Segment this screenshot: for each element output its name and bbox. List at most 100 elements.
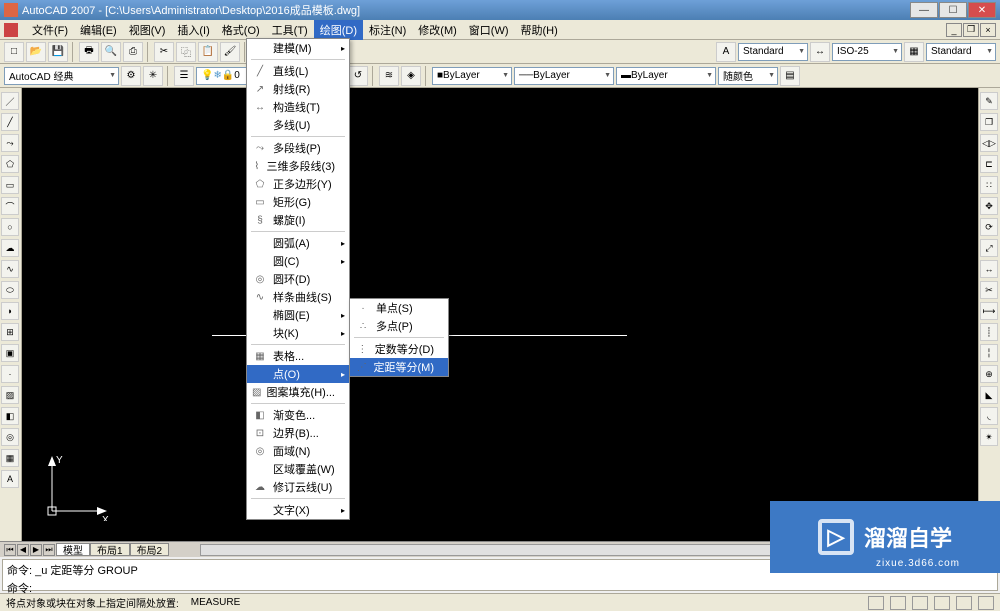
- mdi-restore[interactable]: ❐: [963, 23, 979, 37]
- color-dropdown[interactable]: ■ ByLayer: [432, 67, 512, 85]
- draw-text[interactable]: 文字(X)▸: [247, 501, 349, 519]
- break-icon[interactable]: ╎: [980, 344, 998, 362]
- explode-icon[interactable]: ✴: [980, 428, 998, 446]
- break-pt-icon[interactable]: ┊: [980, 323, 998, 341]
- sheet-icon[interactable]: ▤: [780, 66, 800, 86]
- insert-block-icon[interactable]: ⊞: [1, 323, 19, 341]
- menu-tools[interactable]: 工具(T): [266, 20, 314, 40]
- draw-ellipse[interactable]: 椭圆(E)▸: [247, 306, 349, 324]
- clean-screen-icon[interactable]: [978, 596, 994, 610]
- point-multi[interactable]: ∴多点(P): [350, 317, 448, 335]
- dim-style-icon[interactable]: ↔: [810, 42, 830, 62]
- hatch-icon[interactable]: ▨: [1, 386, 19, 404]
- workspace-dropdown[interactable]: AutoCAD 经典: [4, 67, 119, 85]
- menu-modify[interactable]: 修改(M): [412, 20, 463, 40]
- arc-icon[interactable]: ⌒: [1, 197, 19, 215]
- text-style-dropdown[interactable]: Standard: [738, 43, 808, 61]
- rotate-icon[interactable]: ⟳: [980, 218, 998, 236]
- draw-table[interactable]: ▦表格...: [247, 347, 349, 365]
- comm-icon[interactable]: [868, 596, 884, 610]
- cut-icon[interactable]: ✂: [154, 42, 174, 62]
- draw-region[interactable]: ◎面域(N): [247, 442, 349, 460]
- menu-view[interactable]: 视图(V): [123, 20, 172, 40]
- draw-arc[interactable]: 圆弧(A)▸: [247, 234, 349, 252]
- tab-first[interactable]: ⏮: [4, 544, 16, 556]
- draw-xline[interactable]: ↔构造线(T): [247, 98, 349, 116]
- rect-icon[interactable]: ▭: [1, 176, 19, 194]
- draw-mline[interactable]: 多线(U): [247, 116, 349, 134]
- ellipse-arc-icon[interactable]: ◗: [1, 302, 19, 320]
- tab-last[interactable]: ⏭: [43, 544, 55, 556]
- trim-icon[interactable]: ✂: [980, 281, 998, 299]
- match-icon[interactable]: 🖌: [220, 42, 240, 62]
- lineweight-dropdown[interactable]: ▬ ByLayer: [616, 67, 716, 85]
- preview-icon[interactable]: 🔍: [101, 42, 121, 62]
- status-tray-2[interactable]: [912, 596, 928, 610]
- paste-icon[interactable]: 📋: [198, 42, 218, 62]
- draw-line[interactable]: ╱直线(L): [247, 62, 349, 80]
- fillet-icon[interactable]: ◟: [980, 407, 998, 425]
- draw-gradient[interactable]: ◧渐变色...: [247, 406, 349, 424]
- draw-ray[interactable]: ↗射线(R): [247, 80, 349, 98]
- menu-edit[interactable]: 编辑(E): [74, 20, 123, 40]
- tab-layout1[interactable]: 布局1: [90, 543, 130, 556]
- mdi-icon[interactable]: [4, 23, 18, 37]
- menu-window[interactable]: 窗口(W): [463, 20, 515, 40]
- save-icon[interactable]: 💾: [48, 42, 68, 62]
- menu-format[interactable]: 格式(O): [216, 20, 266, 40]
- scale-icon[interactable]: ⤢: [980, 239, 998, 257]
- circle-icon[interactable]: ○: [1, 218, 19, 236]
- make-block-icon[interactable]: ▣: [1, 344, 19, 362]
- xline-icon[interactable]: ╱: [1, 113, 19, 131]
- new-icon[interactable]: □: [4, 42, 24, 62]
- layer-iso-icon[interactable]: ◈: [401, 66, 421, 86]
- tab-layout2[interactable]: 布局2: [130, 543, 170, 556]
- menu-draw[interactable]: 绘图(D): [314, 20, 363, 40]
- open-icon[interactable]: 📂: [26, 42, 46, 62]
- draw-revcloud[interactable]: ☁修订云线(U): [247, 478, 349, 496]
- array-icon[interactable]: ∷: [980, 176, 998, 194]
- join-icon[interactable]: ⊕: [980, 365, 998, 383]
- drawing-area[interactable]: Y X: [22, 88, 978, 541]
- layer-prev-icon[interactable]: ↺: [348, 66, 368, 86]
- region-icon[interactable]: ◎: [1, 428, 19, 446]
- menu-dim[interactable]: 标注(N): [363, 20, 412, 40]
- minimize-button[interactable]: —: [910, 2, 938, 18]
- copy-obj-icon[interactable]: ❐: [980, 113, 998, 131]
- table-style-dropdown[interactable]: Standard: [926, 43, 996, 61]
- mtext-icon[interactable]: A: [1, 470, 19, 488]
- draw-rect[interactable]: ▭矩形(G): [247, 193, 349, 211]
- close-button[interactable]: ✕: [968, 2, 996, 18]
- point-divide[interactable]: ⋮定数等分(D): [350, 340, 448, 358]
- maximize-button[interactable]: ☐: [939, 2, 967, 18]
- status-tray-1[interactable]: [890, 596, 906, 610]
- draw-helix[interactable]: §螺旋(I): [247, 211, 349, 229]
- tab-next[interactable]: ▶: [30, 544, 42, 556]
- line-icon[interactable]: ／: [1, 92, 19, 110]
- table-icon[interactable]: ▦: [1, 449, 19, 467]
- gradient-icon[interactable]: ◧: [1, 407, 19, 425]
- erase-icon[interactable]: ✎: [980, 92, 998, 110]
- ws-settings-icon[interactable]: ⚙: [121, 66, 141, 86]
- plotstyle-dropdown[interactable]: 随颜色: [718, 67, 778, 85]
- status-tray-3[interactable]: [956, 596, 972, 610]
- ellipse-icon[interactable]: ⬭: [1, 281, 19, 299]
- mdi-close[interactable]: ×: [980, 23, 996, 37]
- print-icon[interactable]: 🖶: [79, 42, 99, 62]
- extend-icon[interactable]: ⟼: [980, 302, 998, 320]
- ws-save-icon[interactable]: ✳: [143, 66, 163, 86]
- menu-help[interactable]: 帮助(H): [515, 20, 564, 40]
- menu-insert[interactable]: 插入(I): [171, 20, 215, 40]
- draw-donut[interactable]: ◎圆环(D): [247, 270, 349, 288]
- pline-icon[interactable]: ⤳: [1, 134, 19, 152]
- text-style-icon[interactable]: A: [716, 42, 736, 62]
- point-single[interactable]: ·单点(S): [350, 299, 448, 317]
- publish-icon[interactable]: ⎙: [123, 42, 143, 62]
- copy-icon[interactable]: ⿻: [176, 42, 196, 62]
- draw-hatch[interactable]: ▨图案填充(H)...: [247, 383, 349, 401]
- draw-polygon[interactable]: ⬠正多边形(Y): [247, 175, 349, 193]
- draw-circle[interactable]: 圆(C)▸: [247, 252, 349, 270]
- lock-icon[interactable]: [934, 596, 950, 610]
- mirror-icon[interactable]: ◁▷: [980, 134, 998, 152]
- spline-icon[interactable]: ∿: [1, 260, 19, 278]
